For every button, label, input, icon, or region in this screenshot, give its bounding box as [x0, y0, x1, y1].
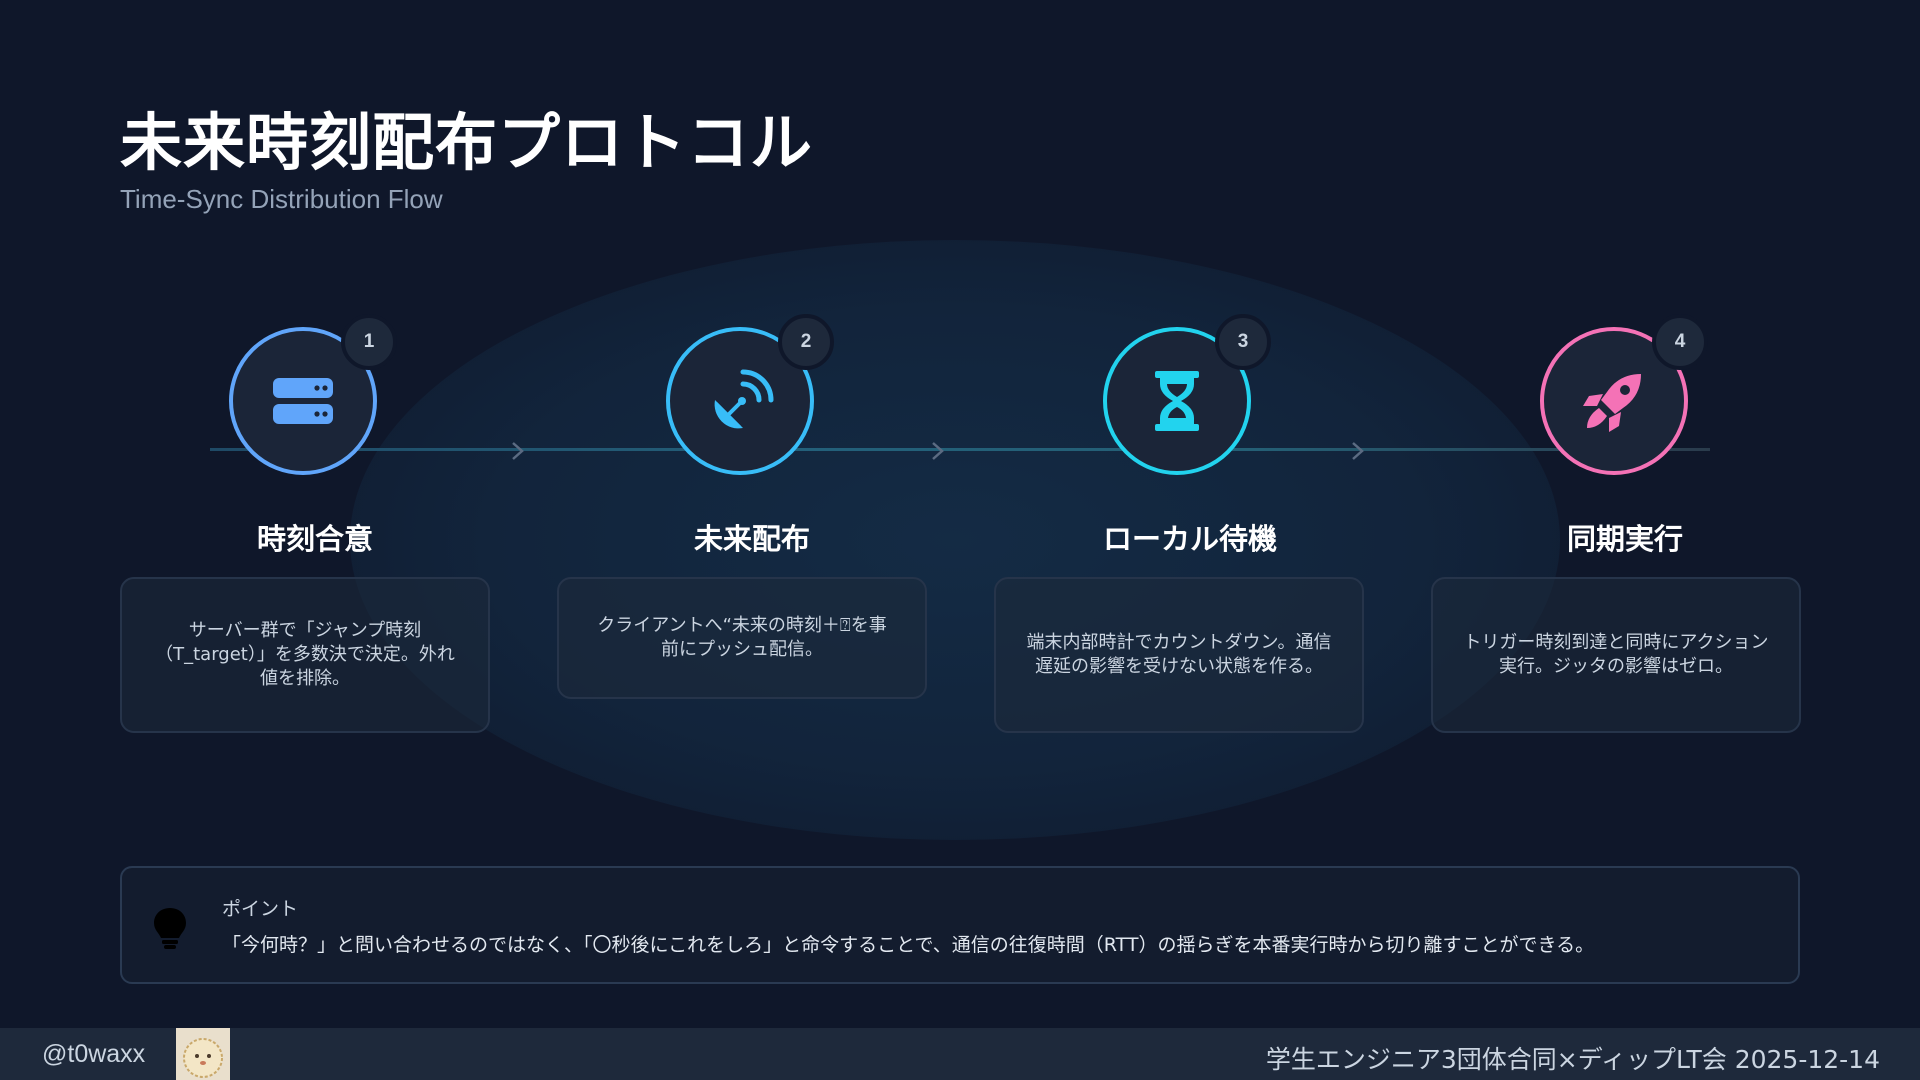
step-1-card: サーバー群で「ジャンプ時刻（T_target）」を多数決で決定。外れ値を排除。	[120, 577, 490, 733]
slide: 未来時刻配布プロトコル Time-Sync Distribution Flow …	[0, 0, 1920, 1080]
avatar	[176, 1028, 230, 1080]
step-2-badge: 2	[778, 314, 834, 370]
step-4-description: トリガー時刻到達と同時にアクション実行。ジッタの影響はゼロ。	[1463, 632, 1769, 677]
footer-bar: @t0waxx 学生エンジニア3団体合同×ディップLT会 2025-12-14	[0, 1028, 1920, 1080]
step-1-badge: 1	[341, 314, 397, 370]
chevron-right-icon	[927, 440, 949, 462]
step-3-description: 端末内部時計でカウントダウン。通信遅延の影響を受けない状態を作る。	[1026, 632, 1332, 677]
step-1-description: サーバー群で「ジャンプ時刻（T_target）」を多数決で決定。外れ値を排除。	[155, 620, 455, 689]
step-2-title: 未来配布	[693, 522, 810, 556]
step-3-badge: 3	[1215, 314, 1271, 370]
timeline-connector	[210, 448, 1710, 451]
point-text: 「今何時？」と問い合わせるのではなく、「〇秒後にこれをしろ」と命令することで、通…	[222, 934, 1595, 956]
background-glow	[350, 240, 1560, 840]
slide-subtitle: Time-Sync Distribution Flow	[120, 184, 443, 214]
step-3-title: ローカル待機	[1102, 522, 1277, 556]
step-2-description: クライアントへ“未来の時刻＋⍰を事前にプッシュ配信。	[597, 615, 887, 660]
rocket-icon	[1583, 374, 1641, 432]
chevron-right-icon	[507, 440, 529, 462]
step-4-card: トリガー時刻到達と同時にアクション実行。ジッタの影響はゼロ。	[1431, 577, 1801, 733]
point-label: ポイント	[222, 898, 299, 920]
satellite-dish-icon	[714, 369, 774, 429]
chevron-right-icon	[1347, 440, 1369, 462]
step-4-badge: 4	[1652, 314, 1708, 370]
step-2-card: クライアントへ“未来の時刻＋⍰を事前にプッシュ配信。	[557, 577, 927, 699]
server-icon	[273, 378, 333, 424]
step-3-card: 端末内部時計でカウントダウン。通信遅延の影響を受けない状態を作る。	[994, 577, 1364, 733]
lightbulb-icon	[152, 906, 188, 950]
step-4-title: 同期実行	[1566, 522, 1683, 556]
footer-event: 学生エンジニア3団体合同×ディップLT会 2025-12-14	[1265, 1045, 1880, 1074]
step-1-title: 時刻合意	[256, 522, 373, 556]
footer-handle: @t0waxx	[42, 1040, 146, 1068]
point-box: ポイント 「今何時？」と問い合わせるのではなく、「〇秒後にこれをしろ」と命令する…	[120, 866, 1800, 984]
hourglass-icon	[1155, 371, 1199, 431]
slide-title: 未来時刻配布プロトコル	[120, 106, 814, 179]
